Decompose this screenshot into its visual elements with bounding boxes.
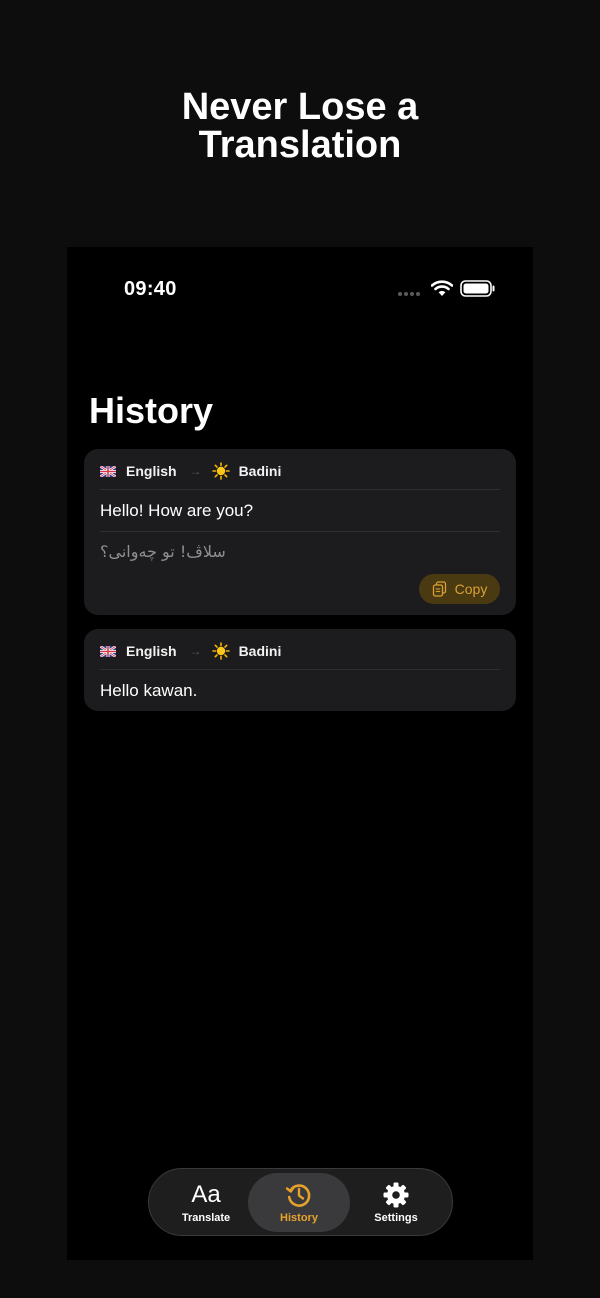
- promo-line-1: Never Lose a: [181, 86, 419, 128]
- sun-icon: [211, 642, 230, 660]
- divider: [100, 669, 500, 670]
- tab-translate[interactable]: Aa Translate: [155, 1173, 257, 1232]
- source-text: Hello! How are you?: [100, 501, 254, 520]
- target-language: Badini: [238, 463, 282, 479]
- copy-icon: [432, 581, 446, 597]
- tab-bar: Aa Translate History Settings: [148, 1168, 453, 1236]
- page-title: History: [89, 390, 214, 431]
- battery-icon: [460, 280, 495, 297]
- sun-icon: [211, 462, 230, 480]
- gear-icon: [383, 1182, 409, 1208]
- uk-flag-icon: [100, 645, 116, 657]
- divider: [100, 489, 500, 490]
- promo-line-2: Translation: [198, 124, 402, 166]
- source-text: Hello kawan.: [100, 681, 198, 700]
- promo-headline: Never Lose a Translation: [0, 88, 600, 164]
- signal-dots-icon: [398, 292, 422, 296]
- language-pair: English → Badini: [100, 461, 281, 481]
- target-language: Badini: [238, 643, 282, 659]
- history-icon: [285, 1184, 311, 1207]
- tab-label: Settings: [374, 1212, 418, 1224]
- source-language: English: [126, 643, 177, 659]
- history-card[interactable]: English → Badini Hello kawan.: [84, 629, 516, 711]
- history-card[interactable]: English → Badini Hello! How are you? سلا…: [84, 449, 516, 615]
- translate-icon: Aa: [191, 1181, 221, 1208]
- tab-label: Translate: [181, 1212, 231, 1224]
- translated-text: سلاڤ! تو چەوانی؟: [100, 542, 226, 561]
- source-language: English: [126, 463, 177, 479]
- divider: [100, 531, 500, 532]
- language-pair: English → Badini: [100, 641, 281, 661]
- phone-screen: 09:40 History English → Badini Hello! Ho…: [67, 247, 533, 1260]
- arrow-right-icon: →: [189, 644, 202, 658]
- tab-label: History: [280, 1212, 318, 1224]
- uk-flag-icon: [100, 465, 116, 477]
- wifi-icon: [431, 280, 453, 296]
- tab-history[interactable]: History: [248, 1173, 350, 1232]
- tab-settings[interactable]: Settings: [345, 1173, 447, 1232]
- status-time: 09:40: [124, 278, 177, 300]
- copy-label: Copy: [454, 581, 488, 597]
- copy-button[interactable]: Copy: [419, 574, 500, 604]
- arrow-right-icon: →: [189, 464, 202, 478]
